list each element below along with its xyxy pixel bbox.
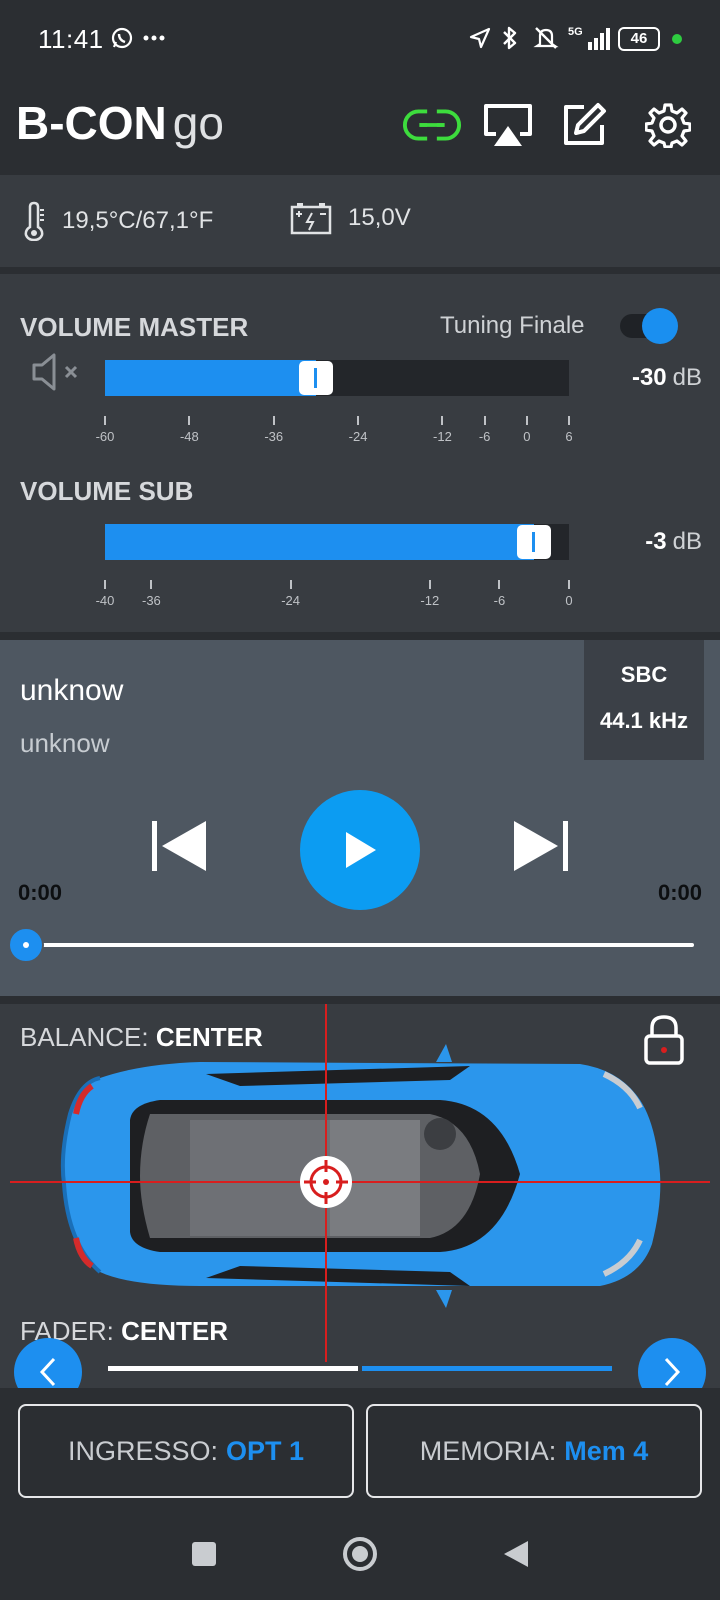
- scale-tick: 0: [507, 416, 547, 444]
- battery-indicator: 46: [618, 27, 660, 51]
- signal-icon: 5G: [568, 24, 612, 52]
- back-button[interactable]: [494, 1532, 538, 1576]
- skip-previous-icon: [152, 821, 206, 871]
- privacy-dot: [672, 34, 682, 44]
- volume-sub-slider[interactable]: [105, 524, 569, 560]
- playback-progress-thumb[interactable]: [8, 927, 44, 963]
- system-navigation-bar: [0, 1506, 720, 1600]
- scale-tick: -6: [465, 416, 505, 444]
- volume-master-readout: -30 dB: [631, 364, 702, 391]
- playback-progress-bar[interactable]: [26, 943, 694, 947]
- time-elapsed: 0:00: [18, 880, 63, 905]
- previous-button[interactable]: [146, 818, 212, 874]
- info-bar: 19,5°C/67,1°F 15,0V: [0, 175, 720, 267]
- time-total: 0:00: [657, 880, 702, 905]
- volume-panel: VOLUME MASTER Tuning Finale -30 dB -60 -48…: [0, 274, 720, 632]
- recents-button[interactable]: [182, 1532, 226, 1576]
- scale-tick: -36: [131, 580, 171, 608]
- thermometer-icon: [24, 201, 44, 241]
- edit-icon: [564, 103, 606, 145]
- voltage-readout: 15,0V: [290, 201, 411, 235]
- back-triangle-icon: [504, 1541, 528, 1567]
- scale-tick: -48: [169, 416, 209, 444]
- memory-selector[interactable]: MEMORIA: Mem 4: [366, 1404, 702, 1498]
- location-icon: [466, 24, 494, 52]
- track-title: unknow: [20, 674, 124, 707]
- link-icon: [402, 108, 462, 142]
- volume-sub-title: VOLUME SUB: [20, 476, 194, 506]
- brand-light: go: [172, 97, 224, 149]
- settings-button[interactable]: [638, 98, 698, 152]
- voltage-value: 15,0V: [348, 204, 411, 231]
- whatsapp-icon: [108, 24, 136, 52]
- temperature-readout: 19,5°C/67,1°F: [22, 201, 213, 241]
- chevron-right-icon: [664, 1357, 681, 1387]
- scale-tick: -12: [410, 580, 450, 608]
- app-header: B-CON go: [0, 80, 720, 172]
- play-icon: [346, 832, 376, 868]
- speaker-mute-icon: [32, 353, 78, 391]
- lock-button[interactable]: [642, 1014, 686, 1066]
- volume-master-thumb[interactable]: [298, 361, 333, 395]
- volume-sub-readout: -3 dB: [645, 528, 702, 555]
- scale-tick: -12: [422, 416, 462, 444]
- play-button[interactable]: [300, 790, 420, 910]
- volume-master-slider[interactable]: [105, 360, 569, 396]
- scale-tick: -6: [479, 580, 519, 608]
- home-button[interactable]: [338, 1532, 382, 1576]
- volume-master-title: VOLUME MASTER: [20, 312, 249, 342]
- temperature-value: 19,5°C/67,1°F: [62, 207, 214, 234]
- scale-tick: 0: [549, 580, 589, 608]
- edit-button[interactable]: [554, 98, 614, 152]
- pager-indicator-1: [108, 1366, 358, 1371]
- scale-tick: -40: [85, 580, 125, 608]
- bottom-selectors: INGRESSO: OPT 1 MEMORIA: Mem 4: [0, 1388, 720, 1506]
- sample-rate: 44.1 kHz: [599, 708, 689, 733]
- volume-sub-thumb[interactable]: [517, 525, 552, 559]
- scale-tick: -60: [85, 416, 125, 444]
- gear-icon: [645, 103, 691, 148]
- status-time: 11:41: [38, 24, 104, 54]
- volume-master-fill: [105, 360, 316, 396]
- volume-sub-fill: [105, 524, 535, 560]
- input-selector[interactable]: INGRESSO: OPT 1: [18, 1404, 354, 1498]
- balance-readout: BALANCE: CENTER: [20, 1022, 263, 1052]
- scale-tick: 6: [549, 416, 589, 444]
- pager-indicator-2: [362, 1366, 612, 1371]
- media-player: unknow unknow SBC 44.1 kHz 0:00 0:00: [0, 640, 720, 996]
- airplay-icon: [484, 104, 532, 146]
- airplay-button[interactable]: [478, 98, 538, 152]
- chevron-left-icon: [39, 1357, 56, 1387]
- mute-button[interactable]: [30, 352, 84, 392]
- balance-target-handle[interactable]: [300, 1156, 352, 1208]
- track-artist: unknow: [20, 728, 110, 758]
- bluetooth-icon: [496, 24, 524, 52]
- skip-next-icon: [514, 821, 568, 871]
- status-bar: 11:41 5G 46: [0, 0, 720, 80]
- battery-car-icon: [290, 203, 332, 235]
- tuning-finale-label: Tuning Finale: [440, 312, 585, 339]
- codec-info: SBC 44.1 kHz: [584, 640, 704, 760]
- next-button[interactable]: [508, 818, 574, 874]
- codec-name: SBC: [620, 662, 668, 687]
- app-logo: B-CON go: [16, 96, 224, 150]
- balance-fader-panel: BALANCE: CENTER FADER: CENTER: [0, 1004, 720, 1388]
- lock-icon: [644, 1015, 684, 1065]
- volume-master-scale: -60 -48 -36 -24 -12 -6 0 6: [96, 416, 573, 446]
- home-circle-icon: [343, 1537, 377, 1571]
- link-button[interactable]: [402, 98, 462, 152]
- brand-bold: B-CON: [16, 97, 167, 149]
- tuning-finale-toggle[interactable]: [620, 308, 678, 344]
- mute-icon: [530, 24, 562, 52]
- svg-text:5G: 5G: [568, 26, 583, 38]
- more-dots-icon: [140, 24, 168, 52]
- square-icon: [192, 1542, 216, 1566]
- volume-sub-scale: -40 -36 -24 -12 -6 0: [96, 580, 573, 610]
- scale-tick: -24: [338, 416, 378, 444]
- scale-tick: -36: [254, 416, 294, 444]
- scale-tick: -24: [271, 580, 311, 608]
